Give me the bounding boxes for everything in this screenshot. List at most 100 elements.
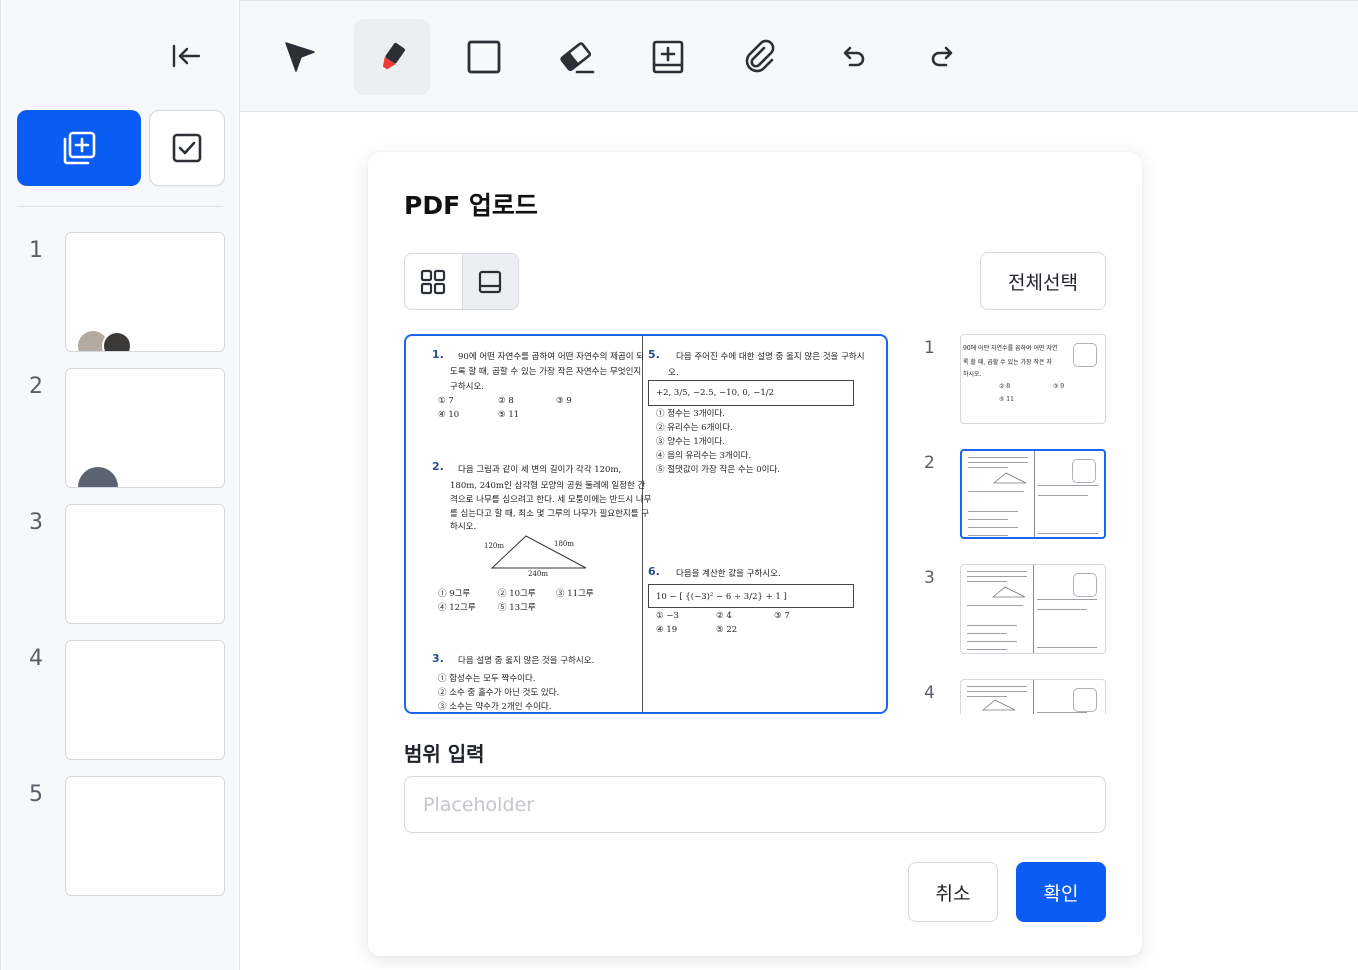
page-number: 1 <box>29 238 43 263</box>
pdf-page-thumbnail[interactable] <box>960 564 1106 654</box>
question-text: 오. <box>668 368 679 378</box>
pdf-thumbnail-list: 1 90에 어떤 자연수를 곱하여 어떤 자연 록 할 때, 곱할 수 있는 가… <box>918 334 1108 714</box>
collapse-sidebar-button[interactable] <box>165 38 207 74</box>
page-number: 5 <box>29 782 43 807</box>
question-text: 180m, 240m인 삼각형 모양의 공원 둘레에 일정한 간 <box>450 481 646 491</box>
add-box-icon <box>652 40 684 74</box>
pdf-page-thumbnail[interactable] <box>960 449 1106 539</box>
question-text: 90에 어떤 자연수를 곱하여 어떤 자연수의 제곱이 되 <box>458 352 645 362</box>
page-list-item: 3 <box>1 504 241 624</box>
expression-text: 10 − [ {(−3)² − 6 ÷ 3/2} + 1 ] <box>656 592 787 602</box>
page-list-item: 4 <box>1 640 241 760</box>
thumbnail-text: ③ 9 <box>1053 383 1065 390</box>
add-box-tool-button[interactable] <box>630 19 706 95</box>
question-number: 1. <box>432 348 444 361</box>
choice: ④ 음의 유리수는 3개이다. <box>656 451 752 461</box>
single-page-icon <box>479 270 502 293</box>
thumbnail-number: 2 <box>924 453 935 473</box>
column-divider <box>1033 565 1034 653</box>
choice: ④ 10 <box>438 410 460 420</box>
choice: ⑤ 13그루 <box>498 603 536 613</box>
figure-label: 120m <box>484 542 504 550</box>
pdf-upload-dialog: PDF 업로드 전체선택 1. 90에 어떤 자연수를 곱하여 어떤 자연수의 … <box>368 152 1142 956</box>
column-divider <box>642 336 643 712</box>
choice: ① 정수는 3개이다. <box>656 409 725 419</box>
thumbnail-text: ⑤ 11 <box>999 396 1014 403</box>
question-text: 다음 그림과 같이 세 변의 길이가 각각 120m, <box>458 465 622 475</box>
figure-label: 240m <box>528 570 548 578</box>
choice: ③ 양수는 1개이다. <box>656 437 725 447</box>
question-text: 를 심는다고 할 때, 최소 몇 그루의 나무가 필요한지를 구 <box>450 509 650 519</box>
column-divider <box>1033 680 1034 714</box>
choice: ③ 소수는 약수가 2개인 수이다. <box>438 702 552 712</box>
question-number: 5. <box>648 348 660 361</box>
rectangle-icon <box>467 40 501 74</box>
select-all-button[interactable]: 전체선택 <box>980 252 1106 310</box>
rectangle-tool-button[interactable] <box>446 19 522 95</box>
page-thumbnail[interactable] <box>65 776 225 896</box>
attachment-tool-button[interactable] <box>722 19 798 95</box>
choice: ② 소수 중 홀수가 아닌 것도 있다. <box>438 688 560 698</box>
thumbnail-number: 1 <box>924 338 935 358</box>
thumbnail-item: 2 <box>918 449 1108 541</box>
pen-tool-button[interactable] <box>354 19 430 95</box>
paperclip-icon <box>745 39 775 73</box>
thumbnail-item: 1 90에 어떤 자연수를 곱하여 어떤 자연 록 할 때, 곱할 수 있는 가… <box>918 334 1108 426</box>
range-input[interactable] <box>404 776 1106 833</box>
page-preview[interactable]: 1. 90에 어떤 자연수를 곱하여 어떤 자연수의 제곱이 되 도록 할 때,… <box>404 334 888 714</box>
thumbnail-checkbox[interactable] <box>1073 343 1097 367</box>
choice: ① 7 <box>438 396 454 406</box>
add-page-button[interactable] <box>17 110 141 186</box>
undo-button[interactable] <box>814 19 890 95</box>
question-number: 3. <box>432 652 444 665</box>
add-page-icon <box>63 131 96 165</box>
undo-icon <box>843 46 865 67</box>
choice: ③ 9 <box>556 396 572 406</box>
select-mode-button[interactable] <box>149 110 225 186</box>
question-text: 다음을 계산한 값을 구하시오. <box>676 569 781 579</box>
cancel-button[interactable]: 취소 <box>908 862 998 922</box>
column-divider <box>1034 451 1035 537</box>
grid-icon <box>421 269 446 294</box>
choice: ③ 7 <box>774 611 790 621</box>
page-number: 2 <box>29 374 43 399</box>
thumbnail-text: 록 할 때, 곱할 수 있는 가장 작은 자 <box>963 359 1052 366</box>
choice: ⑤ 11 <box>498 410 520 420</box>
single-view-button[interactable] <box>461 254 518 309</box>
thumbnail-number: 4 <box>924 683 935 703</box>
thumbnail-text: 90에 어떤 자연수를 곱하여 어떤 자연 <box>963 345 1058 352</box>
redo-icon <box>931 46 953 67</box>
dialog-title: PDF 업로드 <box>404 191 538 220</box>
page-thumbnail[interactable] <box>65 504 225 624</box>
pdf-page-thumbnail[interactable]: 90에 어떤 자연수를 곱하여 어떤 자연 록 할 때, 곱할 수 있는 가장 … <box>960 334 1106 424</box>
choice: ① −3 <box>656 611 679 621</box>
page-thumbnail[interactable] <box>65 640 225 760</box>
question-text: 다음 설명 중 옳지 않은 것을 구하시오. <box>458 656 595 666</box>
choice: ④ 12그루 <box>438 603 476 613</box>
thumbnail-checkbox[interactable] <box>1073 688 1097 712</box>
confirm-button[interactable]: 확인 <box>1016 862 1106 922</box>
page-number: 4 <box>29 646 43 671</box>
thumbnail-item: 3 <box>918 564 1108 656</box>
grid-view-button[interactable] <box>405 254 462 309</box>
eraser-icon <box>560 42 595 74</box>
eraser-tool-button[interactable] <box>538 19 614 95</box>
page-thumbnail[interactable] <box>65 232 225 352</box>
page-list-item: 2 <box>1 368 241 488</box>
question-text: 격으로 나무를 심으려고 한다. 세 모퉁이에는 반드시 나무 <box>450 495 652 505</box>
pointer-tool-button[interactable] <box>262 19 338 95</box>
choice: ② 10그루 <box>498 589 536 599</box>
pen-icon <box>382 42 405 70</box>
figure-label: 180m <box>554 540 574 548</box>
number-box-text: +2, 3/5, −2.5, −10, 0, −1/2 <box>656 388 775 398</box>
question-text: 도록 할 때, 곱할 수 있는 가장 작은 자연수는 무엇인지 <box>450 367 642 377</box>
question-text: 구하시오. <box>450 382 484 392</box>
choice: ② 유리수는 6개이다. <box>656 423 733 433</box>
redo-button[interactable] <box>906 19 982 95</box>
question-text: 다음 주어진 수에 대한 설명 중 옳지 않은 것을 구하시 <box>676 352 865 362</box>
page-thumbnail[interactable] <box>65 368 225 488</box>
question-number: 6. <box>648 565 660 578</box>
thumbnail-checkbox[interactable] <box>1072 459 1096 483</box>
thumbnail-checkbox[interactable] <box>1073 573 1097 597</box>
pdf-page-thumbnail[interactable] <box>960 679 1106 714</box>
